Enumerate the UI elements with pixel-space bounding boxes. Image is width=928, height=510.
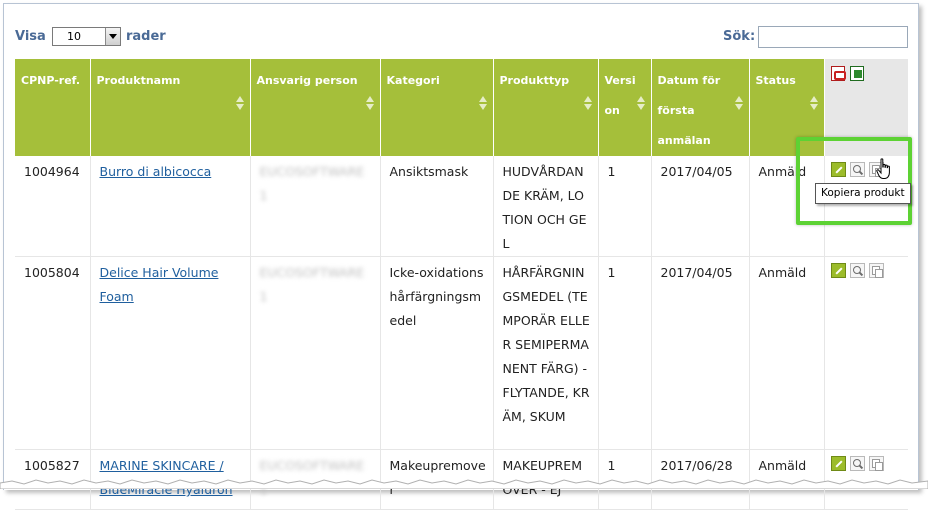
copy-product-tooltip: Kopiera produkt (815, 183, 911, 204)
copy-icon[interactable] (868, 456, 884, 471)
table-header-row: CPNP-ref. Produktnamn Ansvarig person Ka… (15, 59, 908, 156)
products-table: CPNP-ref. Produktnamn Ansvarig person Ka… (15, 59, 908, 510)
cell-category: Ansiktsmask (380, 156, 494, 257)
cell-category: Icke-oxidationshårfärgningsmedel (380, 256, 494, 450)
sort-icon[interactable] (365, 96, 375, 111)
table-toolbar: Visa 10 rader Sök: (4, 4, 918, 56)
responsible-person-blurred: EUCOSOFTWARE 1 (259, 164, 365, 203)
sort-icon[interactable] (235, 96, 245, 111)
cell-date: 2017/04/05 (651, 156, 750, 257)
show-label: Visa (15, 29, 46, 44)
copy-action-highlight (796, 137, 912, 225)
cell-product-type: HÅRFÄRGNINGSMEDEL (TEMPORÄR ELLER SEMIPE… (493, 256, 599, 450)
cell-version: 1 (598, 256, 652, 450)
cell-product-name: Burro di albicocca (90, 156, 251, 257)
table-row: 1005804 Delice Hair Volume Foam EUCOSOFT… (15, 256, 908, 450)
sort-icon[interactable] (734, 96, 744, 111)
column-label: Datum för första anmälan (657, 74, 721, 147)
column-label: Kategori (386, 74, 440, 87)
export-icons (830, 66, 904, 81)
torn-edge (0, 479, 928, 489)
products-panel: Visa 10 rader Sök: CPNP-ref. Produktnamn… (3, 3, 919, 510)
excel-icon[interactable] (849, 66, 864, 81)
pdf-icon[interactable] (830, 66, 846, 81)
column-header-responsible-person[interactable]: Ansvarig person (250, 59, 381, 156)
copy-icon[interactable] (868, 263, 884, 278)
cell-product-name: Delice Hair Volume Foam (90, 256, 251, 450)
product-link[interactable]: Burro di albicocca (100, 164, 212, 179)
cell-version: 1 (598, 156, 652, 257)
page-size-select[interactable]: 10 (52, 27, 121, 46)
row-actions (830, 263, 903, 278)
cell-cpnp-ref: 1005804 (15, 256, 91, 450)
search-label: Sök: (723, 29, 756, 44)
column-header-version[interactable]: Versi on (598, 59, 652, 156)
column-label: Produktnamn (96, 74, 181, 87)
rows-label: rader (126, 29, 166, 44)
column-label: Versi on (604, 74, 636, 117)
sort-icon[interactable] (478, 96, 488, 111)
chevron-down-icon[interactable] (105, 28, 120, 45)
row-actions (830, 456, 903, 471)
column-label: Status (755, 74, 796, 87)
column-header-first-notification-date[interactable]: Datum för första anmälan (651, 59, 750, 156)
column-header-product-name[interactable]: Produktnamn (90, 59, 251, 156)
cell-actions (824, 256, 908, 450)
column-header-cpnp-ref[interactable]: CPNP-ref. (15, 59, 91, 156)
hand-cursor-icon (876, 158, 890, 179)
responsible-person-blurred: EUCOSOFTWARE 1 (259, 265, 365, 304)
cell-responsible-person: EUCOSOFTWARE 1 (250, 156, 381, 257)
table-row: 1004964 Burro di albicocca EUCOSOFTWARE … (15, 156, 908, 257)
column-label: Ansvarig person (256, 74, 358, 87)
search-input[interactable] (758, 26, 908, 48)
cell-cpnp-ref: 1004964 (15, 156, 91, 257)
column-header-product-type[interactable]: Produkttyp (493, 59, 599, 156)
cell-product-type: HUDVÅRDANDE KRÄM, LOTION OCH GEL (493, 156, 599, 257)
edit-icon[interactable] (830, 263, 846, 278)
sort-icon[interactable] (636, 96, 646, 111)
view-icon[interactable] (849, 263, 865, 278)
cell-responsible-person: EUCOSOFTWARE 1 (250, 256, 381, 450)
product-link[interactable]: Delice Hair Volume Foam (100, 265, 219, 304)
cell-date: 2017/04/05 (651, 256, 750, 450)
column-label: Produkttyp (499, 74, 570, 87)
page-size-value: 10 (67, 30, 81, 43)
edit-icon[interactable] (830, 456, 846, 471)
column-label: CPNP-ref. (21, 74, 81, 87)
cell-status: Anmäld (749, 256, 825, 450)
view-icon[interactable] (849, 456, 865, 471)
sort-icon[interactable] (809, 96, 819, 111)
column-header-category[interactable]: Kategori (380, 59, 494, 156)
sort-icon[interactable] (583, 96, 593, 111)
